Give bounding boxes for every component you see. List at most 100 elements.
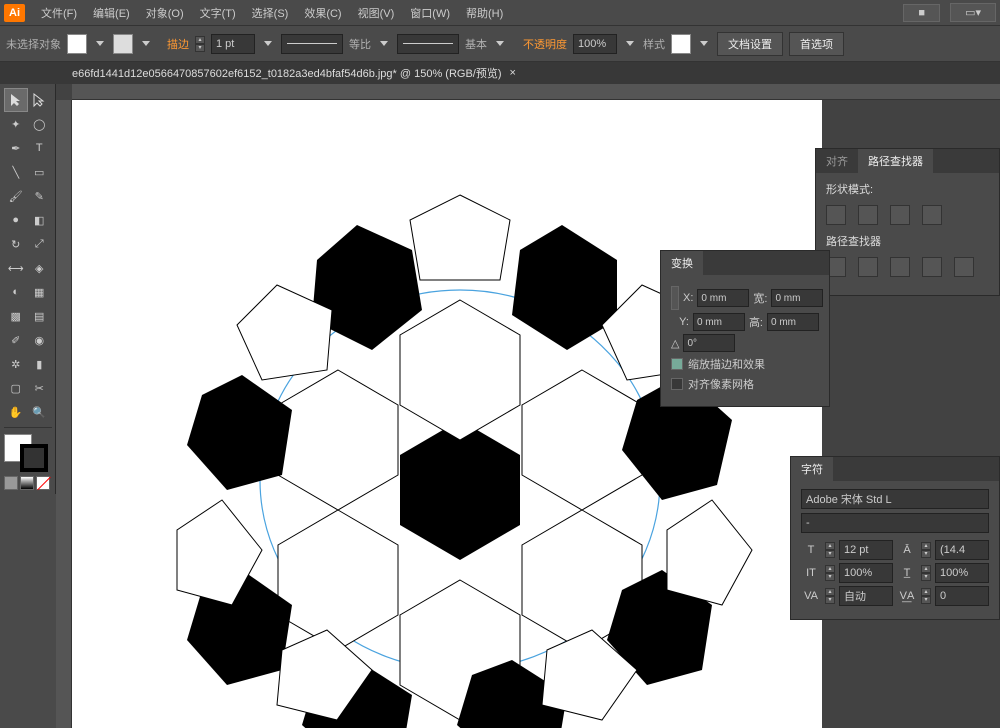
pencil-tool[interactable]: ✎ <box>28 184 52 208</box>
pen-tool[interactable]: ✒ <box>4 136 28 160</box>
chevron-down-icon[interactable] <box>700 41 708 46</box>
symbol-sprayer-tool[interactable]: ✲ <box>4 352 28 376</box>
stroke-swatch[interactable] <box>113 34 133 54</box>
rectangle-tool[interactable]: ▭ <box>28 160 52 184</box>
menu-file[interactable]: 文件(F) <box>33 1 85 25</box>
ruler-vertical <box>56 100 72 728</box>
font-family-select[interactable] <box>801 489 989 509</box>
menu-select[interactable]: 选择(S) <box>244 1 297 25</box>
none-mode-button[interactable] <box>36 476 50 490</box>
close-icon[interactable]: × <box>510 67 516 79</box>
x-input[interactable] <box>697 289 749 307</box>
fill-swatch[interactable] <box>67 34 87 54</box>
transform-tab[interactable]: 变换 <box>661 251 703 275</box>
chevron-down-icon[interactable] <box>380 41 388 46</box>
type-tool[interactable]: T <box>28 136 52 160</box>
font-style-select[interactable] <box>801 513 989 533</box>
exclude-icon[interactable] <box>922 205 942 225</box>
stroke-weight-stepper[interactable]: ▴▾ <box>195 36 205 52</box>
opacity-label[interactable]: 不透明度 <box>523 36 567 52</box>
menu-window[interactable]: 窗口(W) <box>402 1 458 25</box>
y-input[interactable] <box>693 313 745 331</box>
app-logo: Ai <box>4 4 25 22</box>
artboard-tool[interactable]: ▢ <box>4 376 28 400</box>
zoom-tool[interactable]: 🔍 <box>28 400 52 424</box>
font-size-stepper[interactable]: ▴▾ <box>825 542 835 558</box>
leading-input[interactable] <box>935 540 989 560</box>
menu-effect[interactable]: 效果(C) <box>296 1 349 25</box>
hand-tool[interactable]: ✋ <box>4 400 28 424</box>
stroke-profile-preview[interactable] <box>397 34 459 54</box>
font-size-input[interactable] <box>839 540 893 560</box>
color-mode-button[interactable] <box>4 476 18 490</box>
selection-tool[interactable] <box>4 88 28 112</box>
align-tab[interactable]: 对齐 <box>816 149 858 173</box>
menu-object[interactable]: 对象(O) <box>138 1 192 25</box>
chevron-down-icon[interactable] <box>626 41 634 46</box>
gradient-mode-button[interactable] <box>20 476 34 490</box>
eraser-tool[interactable]: ◧ <box>28 208 52 232</box>
intersect-icon[interactable] <box>890 205 910 225</box>
line-tool[interactable]: ╲ <box>4 160 28 184</box>
slice-tool[interactable]: ✂ <box>28 376 52 400</box>
width-input[interactable] <box>771 289 823 307</box>
kerning-input[interactable] <box>839 586 893 606</box>
menu-edit[interactable]: 编辑(E) <box>85 1 138 25</box>
perspective-grid-tool[interactable]: ▦ <box>28 280 52 304</box>
hscale-input[interactable] <box>935 563 989 583</box>
eyedropper-tool[interactable]: ✐ <box>4 328 28 352</box>
scale-tool[interactable]: ⤢ <box>28 232 52 256</box>
minus-front-icon[interactable] <box>858 205 878 225</box>
fill-dropdown-icon[interactable] <box>96 41 104 46</box>
pathfinder-section-label: 路径查找器 <box>826 233 989 249</box>
preferences-button[interactable]: 首选项 <box>789 32 844 56</box>
style-swatch[interactable] <box>671 34 691 54</box>
free-transform-tool[interactable]: ◈ <box>28 256 52 280</box>
stroke-dash-preview[interactable] <box>281 34 343 54</box>
stroke-label[interactable]: 描边 <box>167 36 189 52</box>
mesh-tool[interactable]: ▩ <box>4 304 28 328</box>
chevron-down-icon[interactable] <box>496 41 504 46</box>
workspace-button[interactable]: ▭▾ <box>950 3 996 22</box>
tracking-icon: V͟A <box>897 590 917 602</box>
opacity-input[interactable] <box>573 34 617 54</box>
direct-selection-tool[interactable] <box>28 88 52 112</box>
chevron-down-icon[interactable] <box>264 41 272 46</box>
leading-stepper[interactable]: ▴▾ <box>921 542 931 558</box>
trim-icon[interactable] <box>858 257 878 277</box>
merge-icon[interactable] <box>890 257 910 277</box>
pathfinder-tab[interactable]: 路径查找器 <box>858 149 933 173</box>
fill-stroke-colors[interactable] <box>4 434 50 472</box>
blob-brush-tool[interactable]: ● <box>4 208 28 232</box>
unite-icon[interactable] <box>826 205 846 225</box>
shape-builder-tool[interactable]: ◐ <box>4 280 28 304</box>
paintbrush-tool[interactable]: 🖌 <box>4 184 28 208</box>
width-tool[interactable]: ⟷ <box>4 256 28 280</box>
gradient-tool[interactable]: ▤ <box>28 304 52 328</box>
crop-icon[interactable] <box>922 257 942 277</box>
magic-wand-tool[interactable]: ✦ <box>4 112 28 136</box>
lasso-tool[interactable]: ◯ <box>28 112 52 136</box>
column-graph-tool[interactable]: ▮ <box>28 352 52 376</box>
artboard[interactable] <box>72 100 822 728</box>
rotate-tool[interactable]: ↻ <box>4 232 28 256</box>
menu-type[interactable]: 文字(T) <box>192 1 244 25</box>
reference-point-selector[interactable] <box>671 286 679 310</box>
character-tab[interactable]: 字符 <box>791 457 833 481</box>
angle-input[interactable] <box>683 334 735 352</box>
stroke-dropdown-icon[interactable] <box>142 41 150 46</box>
menu-view[interactable]: 视图(V) <box>350 1 403 25</box>
stroke-color[interactable] <box>20 444 48 472</box>
menu-help[interactable]: 帮助(H) <box>458 1 511 25</box>
tracking-input[interactable] <box>935 586 989 606</box>
doc-setup-button[interactable]: 文档设置 <box>717 32 783 56</box>
scale-strokes-checkbox[interactable]: 缩放描边和效果 <box>671 356 819 372</box>
document-tab[interactable]: e66fd1441d12e0566470857602ef6152_t0182a3… <box>0 62 1000 84</box>
stroke-weight-input[interactable] <box>211 34 255 54</box>
essentials-button[interactable]: ■ <box>903 4 940 22</box>
align-pixel-grid-checkbox[interactable]: 对齐像素网格 <box>671 376 819 392</box>
outline-icon[interactable] <box>954 257 974 277</box>
height-input[interactable] <box>767 313 819 331</box>
vscale-input[interactable] <box>839 563 893 583</box>
blend-tool[interactable]: ◉ <box>28 328 52 352</box>
